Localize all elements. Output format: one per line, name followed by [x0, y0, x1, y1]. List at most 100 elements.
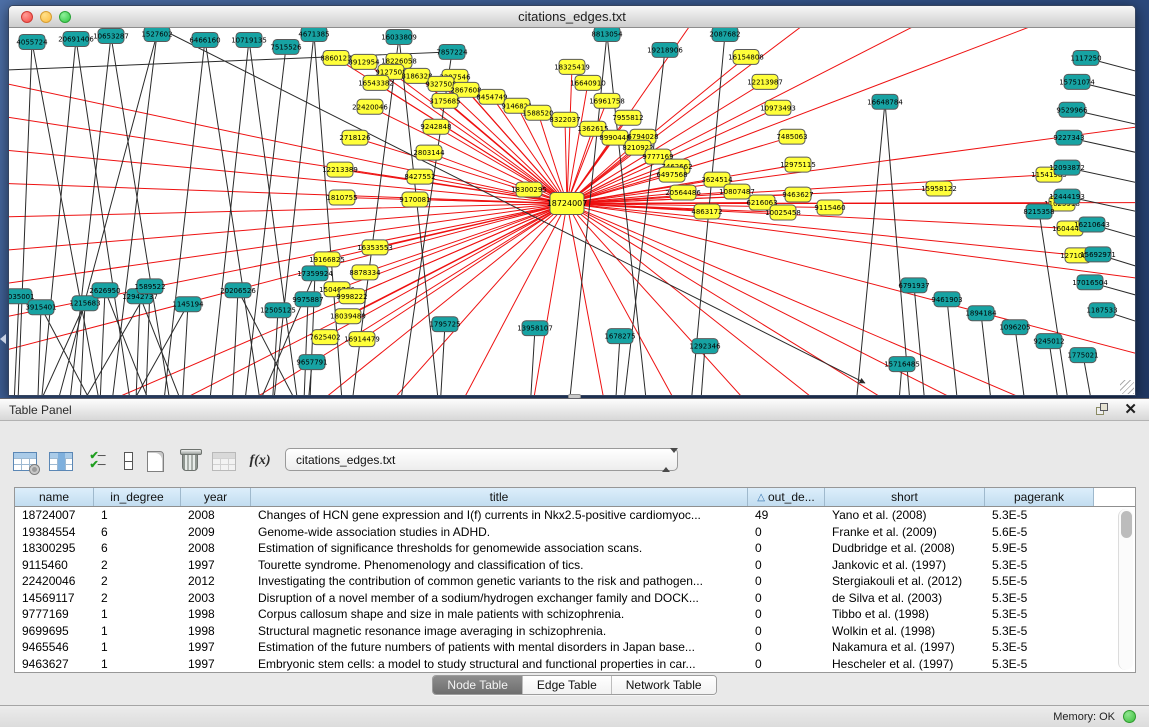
graph-node[interactable]: 16210643 — [1074, 217, 1110, 232]
table-row[interactable]: 911546021997Tourette syndrome. Phenomeno… — [15, 557, 1135, 574]
citation-edge-red[interactable] — [449, 204, 567, 395]
graph-node[interactable]: 16154808 — [728, 49, 764, 64]
table-cell[interactable]: 0 — [748, 574, 825, 588]
graph-node[interactable]: 12975115 — [780, 157, 816, 172]
table-cell[interactable]: 1 — [94, 640, 181, 654]
citation-edge-black[interactable] — [981, 313, 994, 395]
graph-node[interactable]: 8427552 — [404, 169, 435, 184]
citation-edge-black[interactable] — [37, 307, 41, 395]
graph-node[interactable]: 19166825 — [309, 252, 345, 267]
citation-edge-black[interactable] — [13, 296, 19, 395]
graph-node[interactable]: 1117250 — [1070, 50, 1101, 65]
table-cell[interactable]: 18724007 — [15, 508, 94, 522]
column-header-year[interactable]: year — [181, 488, 251, 506]
graph-node[interactable]: 7485063 — [776, 129, 807, 144]
table-cell[interactable]: Stergiakouli et al. (2012) — [825, 574, 985, 588]
graph-node[interactable]: 2803144 — [413, 145, 445, 160]
table-cell[interactable]: Tourette syndrome. Phenomenology and cla… — [251, 558, 748, 572]
table-cell[interactable]: 1997 — [181, 640, 251, 654]
column-header-name[interactable]: name — [15, 488, 94, 506]
table-cell[interactable]: 5.6E-5 — [985, 525, 1094, 539]
graph-node[interactable]: 16033809 — [381, 29, 417, 44]
network-canvas[interactable]: 1872400788601238912954182260589127508165… — [9, 28, 1135, 395]
graph-node[interactable]: 1810755 — [326, 190, 357, 205]
graph-node[interactable]: 15958122 — [921, 181, 957, 196]
graph-node[interactable]: 12444193 — [1049, 189, 1085, 204]
graph-node[interactable]: 7515526 — [270, 39, 301, 54]
graph-node[interactable]: 1678275 — [604, 329, 635, 344]
graph-node[interactable]: 1145194 — [172, 297, 204, 312]
citation-edge-red[interactable] — [369, 204, 567, 395]
citation-edge-red[interactable] — [209, 204, 567, 395]
table-cell[interactable]: 2008 — [181, 541, 251, 555]
graph-node[interactable]: 9170081 — [399, 192, 430, 207]
close-panel-icon[interactable]: ✕ — [1124, 400, 1137, 418]
table-cell[interactable]: Disruption of a novel member of a sodium… — [251, 591, 748, 605]
citation-edge-red[interactable] — [567, 67, 572, 204]
graph-node[interactable]: 7955812 — [612, 110, 643, 125]
function-builder-icon[interactable]: f(x) — [245, 446, 275, 476]
graph-node[interactable]: 10719135 — [231, 32, 267, 47]
graph-node[interactable]: 9529966 — [1056, 102, 1087, 117]
citation-edge-black[interactable] — [303, 299, 308, 395]
table-cell[interactable]: 0 — [748, 591, 825, 605]
table-row[interactable]: 1872400712008Changes of HCN gene express… — [15, 507, 1135, 524]
table-cell[interactable]: Genome-wide association studies in ADHD. — [251, 525, 748, 539]
table-cell[interactable]: 9465546 — [15, 640, 94, 654]
table-cell[interactable]: 0 — [748, 607, 825, 621]
table-cell[interactable]: Corpus callosum shape and size in male p… — [251, 607, 748, 621]
table-cell[interactable]: 2 — [94, 558, 181, 572]
graph-node[interactable]: 9975887 — [292, 292, 323, 307]
graph-node[interactable]: 9657791 — [296, 355, 327, 370]
table-cell[interactable]: Franke et al. (2009) — [825, 525, 985, 539]
graph-node[interactable]: 19218906 — [647, 42, 683, 57]
table-row[interactable]: 2242004622012Investigating the contribut… — [15, 573, 1135, 590]
graph-node[interactable]: 12213389 — [322, 162, 358, 177]
citation-edge-red[interactable] — [567, 204, 849, 395]
graph-node[interactable]: 6791937 — [898, 278, 929, 293]
citation-edge-black[interactable] — [614, 336, 620, 395]
graph-node[interactable]: 16353553 — [357, 240, 393, 255]
graph-node[interactable]: 9461903 — [931, 292, 962, 307]
table-cell[interactable]: 1 — [94, 607, 181, 621]
graph-node[interactable]: 18039489 — [330, 309, 366, 324]
graph-node[interactable]: 9242848 — [420, 119, 451, 134]
graph-node[interactable]: 15692971 — [1080, 247, 1116, 262]
table-cell[interactable]: 19384554 — [15, 525, 94, 539]
graph-node[interactable]: 1795725 — [429, 317, 460, 332]
citation-edge-black[interactable] — [205, 40, 264, 395]
table-cell[interactable]: 1998 — [181, 624, 251, 638]
table-cell[interactable]: 22420046 — [15, 574, 94, 588]
show-columns-icon[interactable] — [46, 446, 76, 476]
graph-node[interactable]: 20564486 — [665, 185, 701, 200]
citation-edge-black[interactable] — [17, 42, 32, 395]
delete-table-icon[interactable] — [175, 446, 205, 476]
citation-edge-black[interactable] — [105, 290, 159, 395]
table-cell[interactable]: Tibbo et al. (1998) — [825, 607, 985, 621]
table-cell[interactable]: Nakamura et al. (1997) — [825, 640, 985, 654]
table-cell[interactable]: Yano et al. (2008) — [825, 508, 985, 522]
citation-edge-black[interactable] — [914, 285, 927, 395]
table-cell[interactable]: 5.3E-5 — [985, 607, 1094, 621]
table-cell[interactable]: de Silva et al. (2003) — [825, 591, 985, 605]
citation-edge-black[interactable] — [529, 328, 535, 395]
citation-edge-black[interactable] — [1039, 212, 1072, 396]
citation-edge-red[interactable] — [9, 204, 567, 253]
table-row[interactable]: 1938455462009Genome-wide association stu… — [15, 524, 1135, 541]
graph-node[interactable]: 3915401 — [25, 300, 56, 315]
table-row[interactable]: 969969511998Structural magnetic resonanc… — [15, 623, 1135, 640]
citation-edge-black[interactable] — [29, 303, 85, 395]
citation-edge-black[interactable] — [32, 42, 104, 395]
graph-node[interactable]: 18724007 — [547, 193, 588, 215]
table-scrollbar[interactable] — [1118, 509, 1133, 670]
window-resize-grip[interactable] — [1120, 380, 1134, 394]
panel-collapse-arrow-icon[interactable] — [0, 334, 6, 344]
citation-edge-black[interactable] — [439, 324, 445, 395]
table-cell[interactable]: 1998 — [181, 607, 251, 621]
graph-node[interactable]: 18300295 — [511, 182, 547, 197]
window-titlebar[interactable]: citations_edges.txt — [9, 6, 1135, 28]
table-cell[interactable]: Estimation of the future numbers of pati… — [251, 640, 748, 654]
graph-node[interactable]: 1527602 — [141, 28, 172, 41]
graph-node[interactable]: 8912954 — [348, 54, 380, 69]
table-cell[interactable]: 2 — [94, 574, 181, 588]
